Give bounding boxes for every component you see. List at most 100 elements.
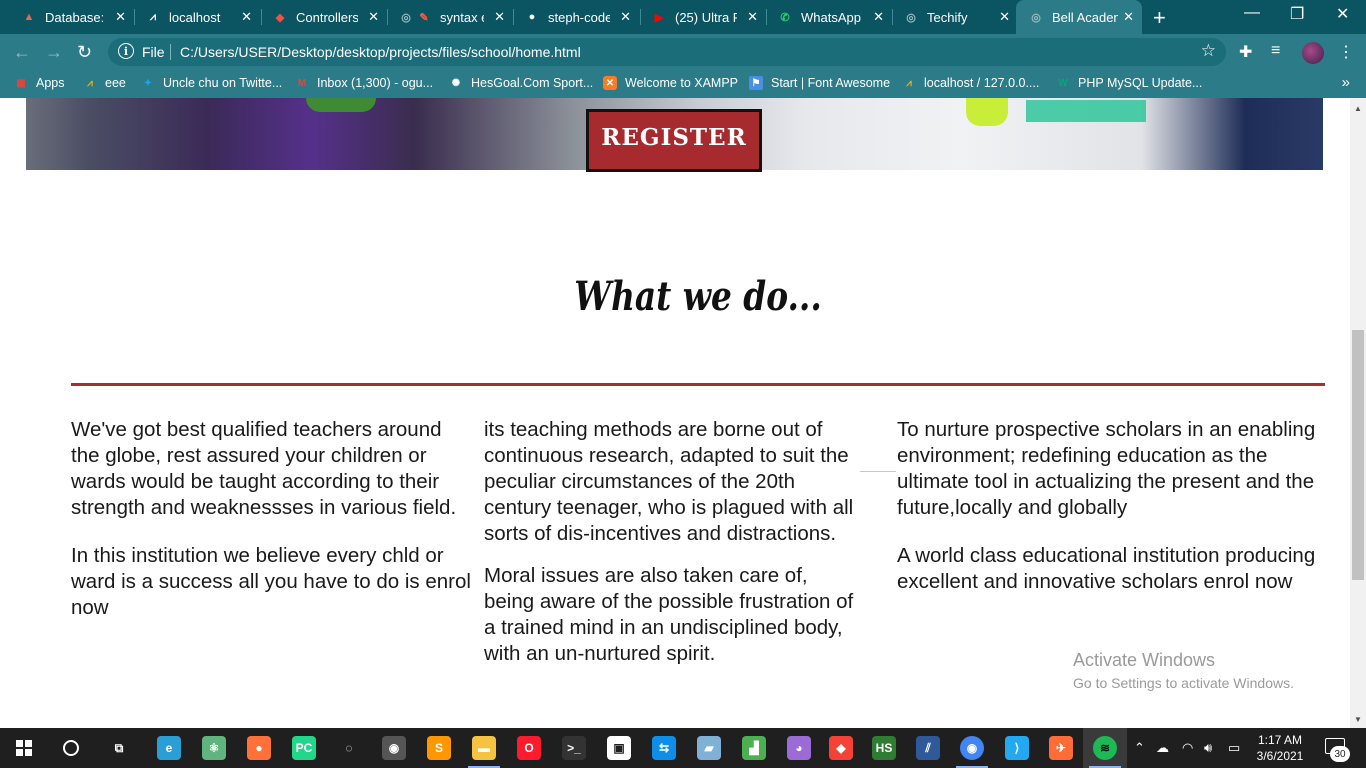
new-tab-button[interactable]: + [1153,5,1166,31]
xampp-icon: ⩘ [149,10,157,23]
content-column-3: To nurture prospective scholars in an en… [897,417,1329,617]
chart-app-icon[interactable]: ▟ [742,736,766,760]
bookmark-xampp[interactable]: ✕ Welcome to XAMPP [603,76,738,90]
tab-steph-code[interactable]: ● steph-code ✕ [503,0,639,34]
page-viewport: REGISTER What we do... We've got best qu… [0,98,1350,728]
circle-app-icon[interactable]: ◌ [337,736,361,760]
address-bar[interactable]: i File C:/Users/USER/Desktop/desktop/pro… [108,38,1226,66]
firefox-icon[interactable]: ● [247,736,271,760]
tab-youtube[interactable]: ▶ (25) Ultra R ✕ [630,0,766,34]
section-divider [71,383,1325,386]
extensions-puzzle-icon[interactable]: ✚ [1239,42,1252,62]
teamviewer-icon[interactable]: ⇆ [652,736,676,760]
chrome-icon[interactable]: ◉ [956,736,988,768]
section-title: What we do... [574,273,822,320]
tab-localhost[interactable]: ⩘ localhost ✕ [124,0,260,34]
column-paragraph: To nurture prospective scholars in an en… [897,418,1316,519]
wifi-icon[interactable]: ◠ [1182,740,1193,756]
edit-icon: ✎ [419,11,429,24]
bookmark-eee[interactable]: ⩘ eee [83,76,126,90]
store-icon[interactable]: ▣ [607,736,631,760]
pycharm-icon[interactable]: PC [292,736,316,760]
vscode-icon[interactable]: ⟩ [1005,736,1029,760]
gmail-icon: M [297,77,307,89]
edge-icon[interactable]: e [157,736,181,760]
phpmyadmin-icon: ▲ [23,11,35,23]
close-icon[interactable]: ✕ [999,9,1010,25]
kebab-menu-icon[interactable]: ⋮ [1338,42,1354,62]
scroll-down-icon[interactable]: ▼ [1354,715,1362,724]
battery-icon[interactable]: ▭ [1228,740,1240,756]
tab-strip: ▲ Database: N ✕ ⩘ localhost ✕ ◆ Controll… [0,0,1366,34]
windows-start-icon[interactable] [16,740,32,756]
info-icon[interactable]: i [118,43,134,59]
phpmyadmin-icon: ⩘ [906,77,912,89]
scrollbar-thumb[interactable] [1352,330,1364,580]
url-text[interactable]: C:/Users/USER/Desktop/desktop/projects/f… [180,44,581,60]
bookmark-star-icon[interactable]: ☆ [1201,41,1216,61]
bookmark-label: Uncle chu on Twitte... [163,76,283,90]
minimize-icon[interactable]: — [1244,4,1260,22]
bookmark-font-awesome[interactable]: ⚑ Start | Font Awesome [749,76,890,90]
reload-icon[interactable]: ↻ [77,42,92,63]
bookmark-label: HesGoal.Com Sport... [471,76,594,90]
back-arrow-icon[interactable]: ← [13,42,31,63]
file-explorer-icon[interactable]: ▬ [468,736,500,768]
hs-app-icon[interactable]: HS [872,736,896,760]
bookmark-hesgoal[interactable]: ✺ HesGoal.Com Sport... [449,76,593,90]
restore-icon[interactable]: ❐ [1290,4,1304,24]
tab-controllers[interactable]: ◆ Controllers ✕ [251,0,387,34]
column-paragraph: A world class educational institution pr… [897,544,1316,593]
atom-icon[interactable]: ⚛ [202,736,226,760]
close-icon[interactable]: ✕ [1123,9,1134,25]
hero-decoration [966,98,1008,126]
media-icon[interactable]: ◉ [382,736,406,760]
system-clock[interactable]: 1:17 AM 3/6/2021 [1250,732,1310,764]
scroll-up-icon[interactable]: ▲ [1354,104,1362,113]
tab-whatsapp[interactable]: ✆ WhatsApp ✕ [756,0,892,34]
tab-database[interactable]: ▲ Database: N ✕ [0,0,134,34]
postman-icon[interactable]: ✈ [1049,736,1073,760]
xampp-icon: ✕ [603,76,617,90]
chevron-right-icon[interactable]: » [1342,74,1350,91]
opera-icon[interactable]: O [517,736,541,760]
column-paragraph: Moral issues are also taken care of, bei… [484,564,854,665]
tab-label: syntax e [440,9,484,25]
media-queue-icon[interactable]: ≡ [1271,42,1280,60]
profile-avatar[interactable] [1302,42,1324,64]
tab-techify[interactable]: ◎ Techify ✕ [882,0,1018,34]
bookmark-apps[interactable]: ▦ Apps [14,76,64,90]
register-button[interactable]: REGISTER [586,109,762,172]
github-desktop-icon[interactable]: ◕ [787,736,811,760]
onedrive-icon[interactable]: ☁ [1156,740,1169,756]
mysql-workbench-icon[interactable]: ⫽ [916,736,940,760]
bookmark-label: Inbox (1,300) - ogu... [317,76,434,90]
bookmark-phpmyadmin[interactable]: ⩘ localhost / 127.0.0.... [902,76,1039,90]
globe-icon: ◎ [1031,11,1041,24]
bookmark-w3schools[interactable]: W PHP MySQL Update... [1056,76,1202,90]
show-hidden-icons-icon[interactable]: ⌃ [1134,740,1145,756]
hero-decoration [306,98,376,112]
terminal-icon[interactable]: >_ [562,736,586,760]
bookmark-label: PHP MySQL Update... [1078,76,1203,90]
git-icon[interactable]: ◆ [829,736,853,760]
task-view-icon[interactable]: ⧉ [107,736,131,760]
tab-label: localhost [169,9,221,25]
tab-label: Bell Academ [1052,9,1118,25]
tab-syntax[interactable]: ◎ ✎ syntax e ✕ [377,0,513,34]
cortana-search-icon[interactable] [63,740,79,756]
window-close-icon[interactable]: ✕ [1336,4,1349,24]
sublime-icon[interactable]: S [427,736,451,760]
volume-icon[interactable]: 🔊︎ [1204,740,1212,756]
tab-bell-academy[interactable]: ◎ Bell Academ ✕ [1016,0,1142,34]
bookmark-gmail[interactable]: M Inbox (1,300) - ogu... [295,76,433,90]
laravel-icon: ◆ [275,11,285,24]
spotify-icon[interactable]: ≋ [1089,736,1121,768]
watermark-title: Activate Windows [1073,650,1216,670]
page-scrollbar[interactable]: ▲ ▼ [1350,98,1366,728]
notepad-icon[interactable]: ▰ [697,736,721,760]
address-divider [170,44,171,60]
forward-arrow-icon[interactable]: → [45,42,63,63]
bookmark-label: Welcome to XAMPP [625,76,739,90]
bookmark-twitter[interactable]: ✦ Uncle chu on Twitte... [141,76,282,90]
